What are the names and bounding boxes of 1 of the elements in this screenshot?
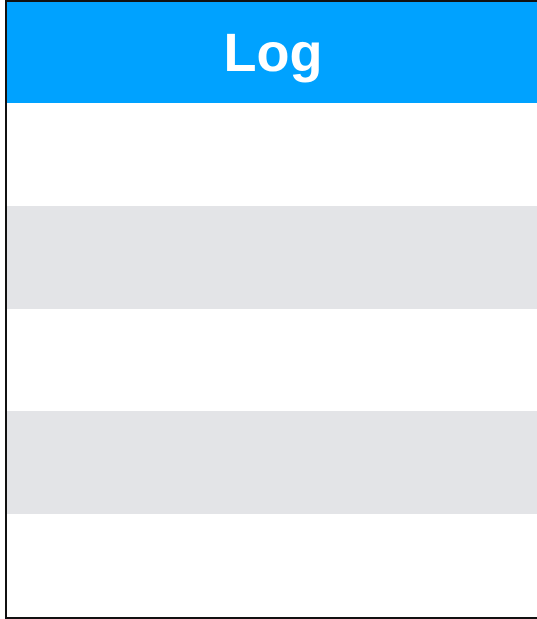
header-title: Log bbox=[224, 22, 322, 84]
